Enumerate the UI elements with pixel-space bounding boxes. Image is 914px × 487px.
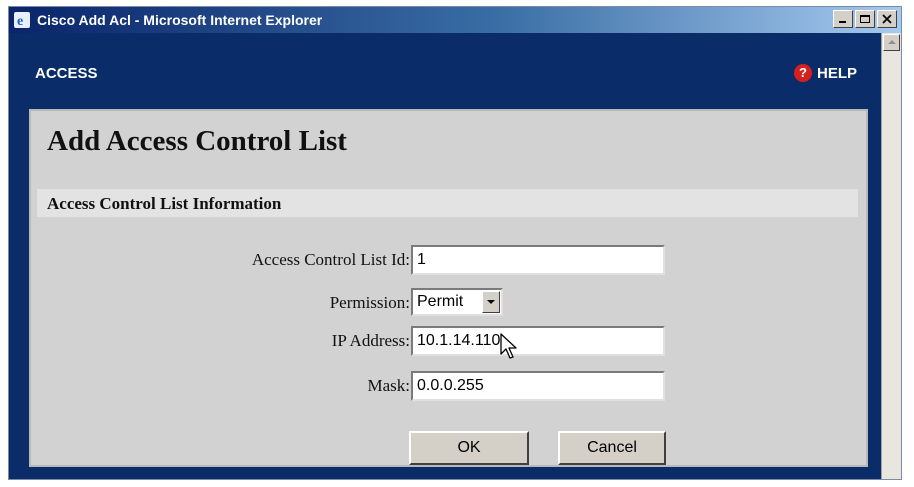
svg-text:e: e: [17, 14, 23, 29]
ok-button[interactable]: OK: [409, 431, 529, 465]
help-label: HELP: [816, 64, 857, 82]
nav-access-label: ACCESS: [35, 65, 98, 82]
page-title: Add Access Control List: [47, 125, 347, 157]
section-title: Access Control List Information: [47, 194, 282, 213]
minimize-button[interactable]: [833, 10, 853, 28]
mask-input[interactable]: [411, 371, 665, 401]
ip-address-input[interactable]: [411, 326, 665, 356]
help-link[interactable]: ? HELP: [793, 64, 857, 82]
permission-selected-value: Permit: [417, 293, 464, 310]
window-title: Cisco Add Acl - Microsoft Internet Explo…: [37, 12, 323, 28]
maximize-button[interactable]: [855, 10, 875, 28]
content-panel: Add Access Control List Access Control L…: [29, 109, 868, 467]
permission-select[interactable]: Permit: [411, 288, 503, 316]
acl-id-row: Access Control List Id:: [31, 244, 866, 275]
window-controls: [833, 10, 897, 28]
mask-row: Mask:: [31, 370, 866, 401]
ip-address-row: IP Address:: [31, 325, 866, 356]
acl-id-label: Access Control List Id:: [251, 250, 410, 269]
browser-window: e Cisco Add Acl - Microsoft Internet Exp…: [8, 6, 902, 480]
internet-explorer-icon: e: [13, 11, 31, 29]
scroll-up-button[interactable]: [883, 34, 900, 51]
help-question-icon: ?: [793, 64, 812, 82]
permission-row: Permission: Permit: [31, 287, 866, 317]
title-bar[interactable]: e Cisco Add Acl - Microsoft Internet Exp…: [9, 7, 901, 33]
mask-label: Mask:: [367, 376, 411, 395]
section-header: Access Control List Information: [37, 189, 858, 217]
close-button[interactable]: [877, 10, 897, 28]
mouse-pointer-icon: [500, 333, 517, 359]
ip-address-label: IP Address:: [331, 331, 410, 350]
vertical-scrollbar[interactable]: [881, 33, 901, 479]
acl-id-input[interactable]: [411, 245, 665, 275]
permission-label: Permission:: [329, 293, 410, 312]
chevron-down-icon[interactable]: [482, 291, 500, 313]
cancel-button[interactable]: Cancel: [558, 431, 666, 465]
